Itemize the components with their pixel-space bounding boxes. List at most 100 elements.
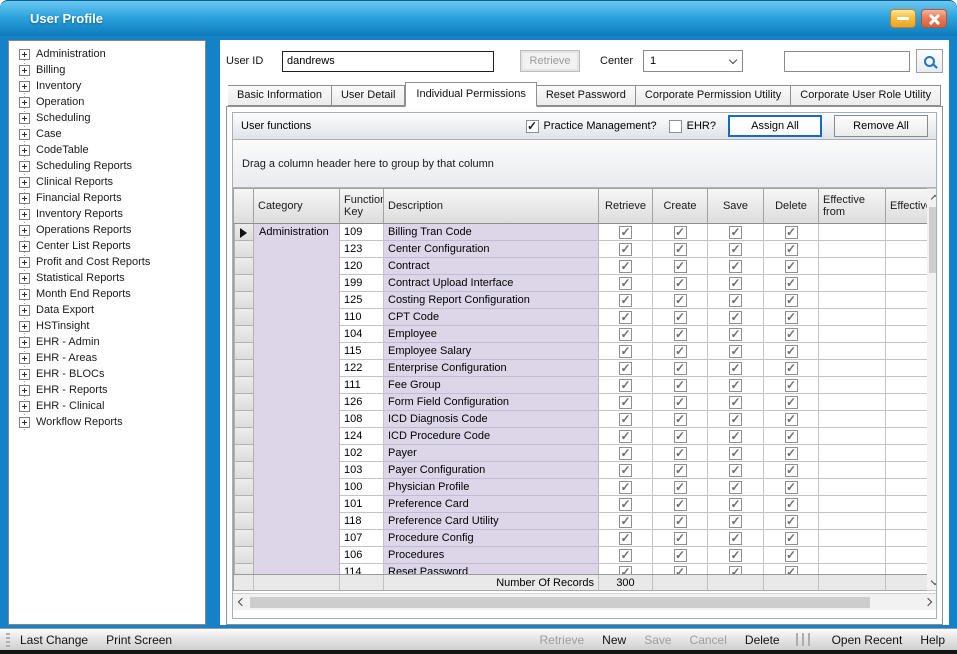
table-row[interactable]: 106 Procedures [234, 547, 927, 564]
create-checkbox[interactable] [653, 360, 708, 377]
save-checkbox[interactable] [708, 411, 764, 428]
checkbox-checked-icon[interactable] [729, 498, 742, 511]
vertical-scroll-thumb[interactable] [929, 207, 937, 273]
checkbox-checked-icon[interactable] [674, 549, 687, 562]
checkbox-checked-icon[interactable] [619, 294, 632, 307]
center-select[interactable]: 1 [643, 50, 743, 72]
delete-checkbox[interactable] [764, 275, 819, 292]
tree-item[interactable]: Scheduling [11, 110, 203, 126]
checkbox-checked-icon[interactable] [785, 566, 798, 575]
effective-from-cell[interactable] [819, 445, 886, 462]
save-checkbox[interactable] [708, 343, 764, 360]
tree-item[interactable]: HSTinsight [11, 318, 203, 334]
scroll-left-button[interactable] [233, 594, 248, 610]
row-selector[interactable] [234, 343, 254, 360]
create-checkbox[interactable] [653, 513, 708, 530]
create-checkbox[interactable] [653, 224, 708, 241]
retrieve-button[interactable]: Retrieve [520, 50, 580, 72]
effective-from-cell[interactable] [819, 564, 886, 574]
save-checkbox[interactable] [708, 394, 764, 411]
delete-checkbox[interactable] [764, 377, 819, 394]
checkbox-unchecked-icon[interactable] [669, 120, 682, 133]
checkbox-checked-icon[interactable] [674, 311, 687, 324]
row-selector[interactable] [234, 462, 254, 479]
column-header-delete[interactable]: Delete [764, 189, 819, 224]
delete-checkbox[interactable] [764, 547, 819, 564]
expand-plus-icon[interactable] [19, 193, 30, 204]
statusbar-command[interactable]: Cancel [690, 633, 727, 647]
effective-to-cell[interactable] [886, 309, 927, 326]
delete-checkbox[interactable] [764, 224, 819, 241]
expand-plus-icon[interactable] [19, 129, 30, 140]
checkbox-checked-icon[interactable] [674, 277, 687, 290]
create-checkbox[interactable] [653, 343, 708, 360]
checkbox-checked-icon[interactable] [785, 311, 798, 324]
checkbox-checked-icon[interactable] [526, 120, 539, 133]
table-row[interactable]: 118 Preference Card Utility [234, 513, 927, 530]
expand-plus-icon[interactable] [19, 113, 30, 124]
checkbox-checked-icon[interactable] [619, 430, 632, 443]
table-row[interactable]: 110 CPT Code [234, 309, 927, 326]
group-by-panel[interactable]: Drag a column header here to group by th… [233, 140, 936, 188]
checkbox-checked-icon[interactable] [785, 498, 798, 511]
effective-from-cell[interactable] [819, 275, 886, 292]
effective-to-cell[interactable] [886, 513, 927, 530]
retrieve-checkbox[interactable] [599, 530, 653, 547]
checkbox-checked-icon[interactable] [785, 294, 798, 307]
tree-item[interactable]: Inventory [11, 78, 203, 94]
table-row[interactable]: 115 Employee Salary [234, 343, 927, 360]
row-selector[interactable] [234, 309, 254, 326]
expand-plus-icon[interactable] [19, 225, 30, 236]
tree-item[interactable]: Financial Reports [11, 190, 203, 206]
tree-item[interactable]: Month End Reports [11, 286, 203, 302]
save-checkbox[interactable] [708, 360, 764, 377]
retrieve-checkbox[interactable] [599, 445, 653, 462]
create-checkbox[interactable] [653, 275, 708, 292]
tree-item[interactable]: Profit and Cost Reports [11, 254, 203, 270]
checkbox-checked-icon[interactable] [729, 566, 742, 575]
expand-plus-icon[interactable] [19, 337, 30, 348]
tree-item[interactable]: Case [11, 126, 203, 142]
delete-checkbox[interactable] [764, 496, 819, 513]
checkbox-checked-icon[interactable] [619, 379, 632, 392]
table-row[interactable]: 114 Reset Password [234, 564, 927, 574]
scroll-right-button[interactable] [921, 594, 936, 610]
checkbox-checked-icon[interactable] [674, 396, 687, 409]
save-checkbox[interactable] [708, 445, 764, 462]
checkbox-checked-icon[interactable] [785, 243, 798, 256]
effective-to-cell[interactable] [886, 258, 927, 275]
create-checkbox[interactable] [653, 258, 708, 275]
save-checkbox[interactable] [708, 564, 764, 574]
retrieve-checkbox[interactable] [599, 496, 653, 513]
effective-from-cell[interactable] [819, 309, 886, 326]
retrieve-checkbox[interactable] [599, 377, 653, 394]
row-selector[interactable] [234, 394, 254, 411]
effective-to-cell[interactable] [886, 224, 927, 241]
retrieve-checkbox[interactable] [599, 513, 653, 530]
user-id-input[interactable] [282, 51, 494, 72]
expand-plus-icon[interactable] [19, 49, 30, 60]
checkbox-checked-icon[interactable] [785, 345, 798, 358]
tree-item[interactable]: Operation [11, 94, 203, 110]
effective-from-cell[interactable] [819, 411, 886, 428]
checkbox-checked-icon[interactable] [619, 481, 632, 494]
create-checkbox[interactable] [653, 394, 708, 411]
search-input[interactable] [784, 51, 910, 72]
tab[interactable]: User Detail [332, 85, 405, 106]
checkbox-checked-icon[interactable] [729, 328, 742, 341]
tree-item[interactable]: Workflow Reports [11, 414, 203, 430]
checkbox-checked-icon[interactable] [619, 243, 632, 256]
checkbox-checked-icon[interactable] [785, 379, 798, 392]
column-header-description[interactable]: Description [384, 189, 599, 224]
row-selector[interactable] [234, 564, 254, 574]
expand-plus-icon[interactable] [19, 241, 30, 252]
checkbox-checked-icon[interactable] [729, 464, 742, 477]
expand-plus-icon[interactable] [19, 161, 30, 172]
checkbox-checked-icon[interactable] [729, 311, 742, 324]
expand-plus-icon[interactable] [19, 289, 30, 300]
checkbox-checked-icon[interactable] [674, 413, 687, 426]
checkbox-checked-icon[interactable] [619, 311, 632, 324]
expand-plus-icon[interactable] [19, 369, 30, 380]
checkbox-checked-icon[interactable] [619, 549, 632, 562]
checkbox-checked-icon[interactable] [785, 396, 798, 409]
